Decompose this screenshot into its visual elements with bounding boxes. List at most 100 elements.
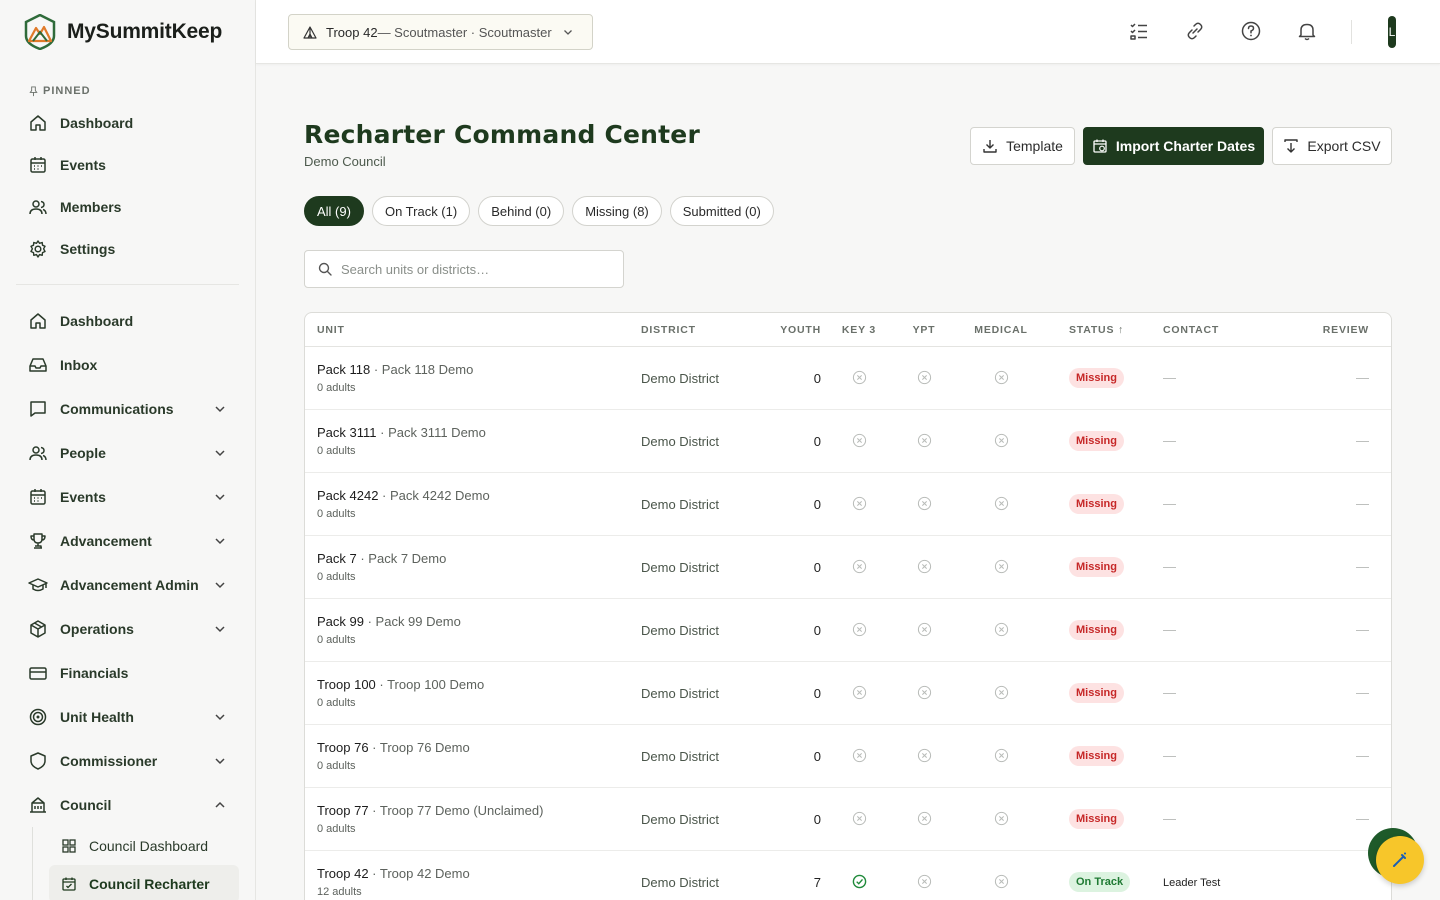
col-review[interactable]: REVIEW [1275, 324, 1381, 336]
sidebar-item-advancement[interactable]: Advancement [0, 519, 255, 563]
cell-review: — [1356, 433, 1369, 448]
sidebar-item-council[interactable]: Council [0, 783, 255, 827]
filter-behind[interactable]: Behind (0) [478, 196, 565, 226]
calendar-icon [30, 157, 46, 173]
table-row[interactable]: Pack 99 · Pack 99 Demo 0 adults Demo Distr… [305, 599, 1391, 662]
sidebar-item-advancement-admin[interactable]: Advancement Admin [0, 563, 255, 607]
help-icon[interactable] [1240, 20, 1262, 42]
col-contact[interactable]: CONTACT [1163, 324, 1275, 336]
unit-name[interactable]: Troop 77 [317, 803, 369, 818]
cell-contact: — [1163, 559, 1176, 574]
sidebar-item-dashboard[interactable]: Dashboard [0, 299, 255, 343]
unit-selector[interactable]: Troop 42 — Scoutmaster · Scoutmaster [288, 14, 593, 50]
filter-all[interactable]: All (9) [304, 196, 364, 226]
cell-youth: 0 [813, 370, 821, 386]
table-row[interactable]: Pack 7 · Pack 7 Demo 0 adults Demo Distric… [305, 536, 1391, 599]
link-icon[interactable] [1184, 20, 1206, 42]
pinned-item-events[interactable]: Events [0, 144, 255, 186]
adult-count: 0 adults [317, 445, 356, 457]
chevron-down-icon[interactable] [213, 534, 227, 548]
chevron-down-icon[interactable] [213, 710, 227, 724]
cell-medical [951, 369, 1051, 387]
chevron-up-icon[interactable] [213, 798, 227, 812]
bell-icon[interactable] [1296, 20, 1318, 42]
checklist-icon[interactable] [1128, 20, 1150, 42]
table-row[interactable]: Troop 42 · Troop 42 Demo 12 adults Demo Di… [305, 851, 1391, 900]
cell-youth: 0 [813, 496, 821, 512]
filter-submitted[interactable]: Submitted (0) [669, 196, 774, 226]
table-row[interactable]: Pack 4242 · Pack 4242 Demo 0 adults Demo D… [305, 473, 1391, 536]
table-row[interactable]: Pack 3111 · Pack 3111 Demo 0 adults Demo D… [305, 410, 1391, 473]
unit-name[interactable]: Pack 3111 [317, 425, 377, 440]
pinned-item-members[interactable]: Members [0, 186, 255, 228]
import-charter-dates-button[interactable]: Import Charter Dates [1083, 127, 1264, 165]
col-youth[interactable]: YOUTH [769, 324, 821, 336]
sidebar-item-people[interactable]: People [0, 431, 255, 475]
sidebar-item-inbox[interactable]: Inbox [0, 343, 255, 387]
chevron-down-icon[interactable] [213, 578, 227, 592]
sidebar-item-events[interactable]: Events [0, 475, 255, 519]
table-row[interactable]: Troop 100 · Troop 100 Demo 0 adults Demo D… [305, 662, 1391, 725]
table-row[interactable]: Pack 118 · Pack 118 Demo 0 adults Demo Dis… [305, 347, 1391, 410]
sidebar-item-council-dashboard[interactable]: Council Dashboard [49, 827, 239, 865]
cell-youth: 0 [813, 559, 821, 575]
search-input[interactable] [341, 261, 611, 277]
unit-name[interactable]: Troop 42 [317, 866, 369, 881]
grid-icon [62, 839, 76, 853]
col-district[interactable]: DISTRICT [641, 324, 769, 336]
unit-name[interactable]: Pack 118 [317, 362, 370, 377]
pinned-nav: Dashboard Events Members Settings [0, 102, 255, 270]
col-unit[interactable]: UNIT [305, 324, 641, 336]
avatar[interactable]: L [1388, 16, 1396, 48]
col-ypt[interactable]: YPT [897, 324, 951, 336]
unit-description: · Troop 100 Demo [375, 677, 485, 692]
recharter-table: UNIT DISTRICT YOUTH KEY 3 YPT MEDICAL ST… [304, 312, 1392, 900]
pinned-item-dashboard[interactable]: Dashboard [0, 102, 255, 144]
x-circle-icon [917, 812, 931, 826]
chevron-down-icon[interactable] [213, 402, 227, 416]
cell-unit: Troop 42 · Troop 42 Demo 12 adults [305, 866, 641, 898]
brand[interactable]: MySummitKeep [0, 0, 255, 64]
template-button[interactable]: Template [970, 127, 1075, 165]
sidebar-item-commissioner[interactable]: Commissioner [0, 739, 255, 783]
status-badge: On Track [1069, 872, 1131, 892]
cell-medical [951, 495, 1051, 513]
unit-name[interactable]: Pack 4242 [317, 488, 378, 503]
filter-on-track[interactable]: On Track (1) [371, 196, 471, 226]
cell-status: On Track [1051, 872, 1163, 892]
chevron-down-icon [563, 30, 572, 35]
col-key3[interactable]: KEY 3 [821, 324, 897, 336]
chevron-down-icon[interactable] [213, 446, 227, 460]
unit-name[interactable]: Troop 76 [317, 740, 369, 755]
table-row[interactable]: Troop 77 · Troop 77 Demo (Unclaimed) 0 ad… [305, 788, 1391, 851]
assistant-fab[interactable] [1376, 836, 1424, 884]
cell-key3 [821, 432, 897, 450]
cell-district: Demo District [641, 622, 720, 638]
chevron-down-icon[interactable] [213, 754, 227, 768]
pinned-item-settings[interactable]: Settings [0, 228, 255, 270]
sidebar-item-operations[interactable]: Operations [0, 607, 255, 651]
col-status[interactable]: STATUS ↑ [1051, 324, 1163, 336]
unit-name[interactable]: Pack 99 [317, 614, 364, 629]
status-badge: Missing [1069, 809, 1124, 829]
cell-contact: — [1163, 622, 1176, 637]
unit-name[interactable]: Troop 100 [317, 677, 376, 692]
x-circle-icon [917, 434, 931, 448]
table-row[interactable]: Troop 76 · Troop 76 Demo 0 adults Demo Dis… [305, 725, 1391, 788]
chevron-down-icon[interactable] [213, 490, 227, 504]
cell-status: Missing [1051, 557, 1163, 577]
x-circle-icon [917, 875, 931, 889]
cell-review: — [1356, 748, 1369, 763]
chevron-down-icon[interactable] [213, 622, 227, 636]
export-csv-button[interactable]: Export CSV [1272, 127, 1392, 165]
unit-name[interactable]: Pack 7 [317, 551, 357, 566]
x-circle-icon [994, 749, 1008, 763]
col-medical[interactable]: MEDICAL [951, 324, 1051, 336]
sidebar-item-communications[interactable]: Communications [0, 387, 255, 431]
sidebar-item-financials[interactable]: Financials [0, 651, 255, 695]
sidebar-item-council-recharter[interactable]: Council Recharter [49, 865, 239, 900]
sidebar-item-unit-health[interactable]: Unit Health [0, 695, 255, 739]
cell-unit: Troop 100 · Troop 100 Demo 0 adults [305, 677, 641, 709]
filter-missing[interactable]: Missing (8) [572, 196, 662, 226]
cell-district: Demo District [641, 874, 720, 890]
